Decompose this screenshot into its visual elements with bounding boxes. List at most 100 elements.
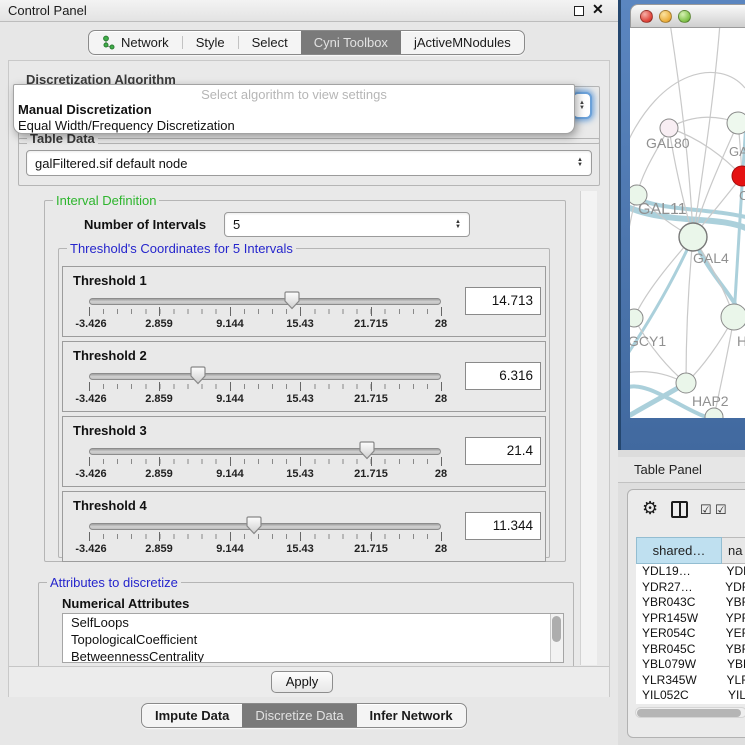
list-scrollbar-track[interactable] <box>550 614 563 662</box>
horizontal-scrollbar-track[interactable] <box>635 707 745 718</box>
node-label-partial-h: H <box>737 333 745 349</box>
tab-infer-network[interactable]: Infer Network <box>357 704 466 727</box>
float-window-icon[interactable] <box>574 6 584 16</box>
slider-major-tick <box>230 382 231 391</box>
list-item[interactable]: TopologicalCoefficient <box>63 631 563 648</box>
node-h[interactable] <box>721 304 745 330</box>
tick-label: 21.715 <box>354 318 388 330</box>
tick-label: 28 <box>435 318 447 330</box>
slider-major-tick <box>89 307 90 316</box>
checkbox-icon[interactable]: ☑ <box>715 502 727 518</box>
table-row[interactable]: YIL052CYIL0 <box>636 688 745 704</box>
threshold-slider-thumb[interactable] <box>359 441 375 460</box>
table-row[interactable]: YLR345WYLR3 <box>636 673 745 689</box>
number-of-intervals-value: 5 <box>233 217 240 232</box>
control-panel-titlebar: Control Panel ✕ <box>0 0 618 22</box>
dropdown-option-equal-width-frequency[interactable]: Equal Width/Frequency Discretization <box>18 118 235 133</box>
numerical-attributes-list[interactable]: SelfLoops TopologicalCoefficient Between… <box>62 613 564 663</box>
table-row[interactable]: YER054CYER0 <box>636 626 745 642</box>
list-item[interactable]: SelfLoops <box>63 614 563 631</box>
tab-network[interactable]: Network <box>89 31 182 54</box>
column-header-name[interactable]: na <box>722 537 745 564</box>
threshold-slider-track[interactable] <box>89 448 441 455</box>
table-row[interactable]: YBL079WYBL0 <box>636 657 745 673</box>
cell: YDR2 <box>719 580 745 596</box>
list-scrollbar-thumb[interactable] <box>552 616 561 642</box>
threshold-slider-thumb[interactable] <box>190 366 206 385</box>
slider-major-tick <box>441 457 442 466</box>
table-row[interactable]: YPR145WYPR1 <box>636 611 745 627</box>
table-row[interactable]: YDL19…YDL1 <box>636 564 745 580</box>
split-columns-icon[interactable] <box>671 501 688 518</box>
cell: YBR045C <box>636 642 720 658</box>
tick-label: -3.426 <box>75 468 106 480</box>
threshold-slider-thumb[interactable] <box>246 516 262 535</box>
node-hap2[interactable] <box>676 373 696 393</box>
threshold-label: Threshold 4 <box>73 498 147 513</box>
table-row[interactable]: YDR27…YDR2 <box>636 580 745 596</box>
tab-select[interactable]: Select <box>239 31 301 54</box>
tick-label: 21.715 <box>354 543 388 555</box>
table-body: YDL19…YDL1 YDR27…YDR2 YBR043CYBR0 YPR145… <box>636 564 745 704</box>
threshold-slider-track[interactable] <box>89 523 441 530</box>
tab-style[interactable]: Style <box>183 31 238 54</box>
node-red-selected[interactable] <box>732 166 745 186</box>
node-gal4[interactable] <box>679 223 707 251</box>
threshold-value-field[interactable]: 14.713 <box>465 287 541 315</box>
network-canvas[interactable]: GAL80 GA C GAL11 GAL4 GCY1 H HAP2 <box>630 28 745 418</box>
spinner-down-icon: ▼ <box>579 106 585 111</box>
tick-label: 2.859 <box>145 318 173 330</box>
slider-major-tick <box>230 457 231 466</box>
threshold-value-field[interactable]: 6.316 <box>465 362 541 390</box>
tab-label: Cyni Toolbox <box>314 35 388 50</box>
mac-minimize-button[interactable] <box>659 10 672 23</box>
list-item[interactable]: BetweennessCentrality <box>63 648 563 663</box>
cyni-bottom-tabbar: Impute Data Discretize Data Infer Networ… <box>141 703 467 728</box>
table-row[interactable]: YBR045CYBR0 <box>636 642 745 658</box>
split-columns-divider <box>679 503 681 516</box>
node-green-top[interactable] <box>727 112 745 134</box>
gear-icon[interactable]: ⚙ <box>642 499 658 517</box>
tick-label: 2.859 <box>145 468 173 480</box>
slider-minor-ticks <box>89 384 442 389</box>
tab-jactivemnodules[interactable]: jActiveMNodules <box>401 31 524 54</box>
spinner-icon: ▲▼ <box>577 158 583 168</box>
node-bottom[interactable] <box>705 408 723 418</box>
slider-major-tick <box>230 532 231 541</box>
horizontal-scrollbar-thumb[interactable] <box>637 709 741 717</box>
threshold-value-field[interactable]: 21.4 <box>465 437 541 465</box>
screen: Control Panel ✕ Network Style Select Cyn… <box>0 0 745 745</box>
table-data-combobox[interactable]: galFiltered.sif default node ▲▼ <box>26 150 592 176</box>
slider-major-tick <box>300 532 301 541</box>
node-gcy1[interactable] <box>630 309 643 327</box>
tab-label: jActiveMNodules <box>414 35 511 50</box>
slider-major-tick <box>441 307 442 316</box>
threshold-label: Threshold 3 <box>73 423 147 438</box>
mac-close-button[interactable] <box>640 10 653 23</box>
threshold-slider-track[interactable] <box>89 373 441 380</box>
threshold-slider-track[interactable] <box>89 298 441 305</box>
cell: YPR1 <box>720 611 745 627</box>
column-header-shared[interactable]: shared… <box>636 537 722 564</box>
dropdown-option-manual-discretization[interactable]: Manual Discretization <box>18 102 152 117</box>
tab-discretize-data[interactable]: Discretize Data <box>242 704 356 727</box>
table-row[interactable]: YBR043CYBR0 <box>636 595 745 611</box>
mac-zoom-button[interactable] <box>678 10 691 23</box>
tab-impute-data[interactable]: Impute Data <box>142 704 242 727</box>
threshold-value-field[interactable]: 11.344 <box>465 512 541 540</box>
slider-major-tick <box>441 382 442 391</box>
algorithm-combobox-button[interactable]: ▲ ▼ <box>572 92 592 119</box>
tick-label: 28 <box>435 543 447 555</box>
close-icon[interactable]: ✕ <box>592 1 604 18</box>
tick-label: 9.144 <box>216 393 244 405</box>
tick-label: 2.859 <box>145 543 173 555</box>
tab-cyni-toolbox[interactable]: Cyni Toolbox <box>301 31 401 54</box>
number-of-intervals-combobox[interactable]: 5 ▲▼ <box>224 212 470 237</box>
checkbox-icon[interactable]: ☑ <box>700 502 712 518</box>
apply-button[interactable]: Apply <box>271 671 333 693</box>
network-icon <box>102 35 116 50</box>
cell: YBL0 <box>721 657 745 673</box>
algorithm-placeholder: Select algorithm to view settings <box>14 87 574 102</box>
vertical-scrollbar-track[interactable] <box>580 191 597 665</box>
threshold-slider-thumb[interactable] <box>284 291 300 310</box>
